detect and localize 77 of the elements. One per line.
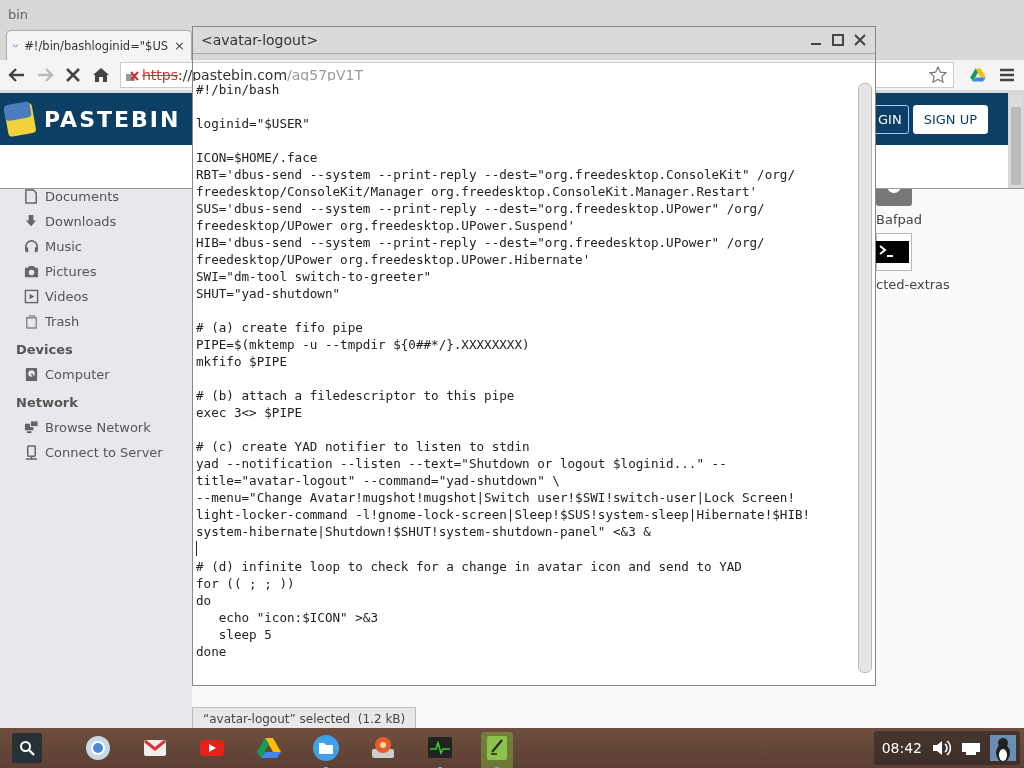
place-icon xyxy=(24,239,39,254)
status-text: “avatar-logout” selected (1.2 kB) xyxy=(192,707,417,729)
clock: 08:42 xyxy=(881,740,922,756)
sidebar-item[interactable]: Documents xyxy=(45,189,120,204)
home-icon[interactable] xyxy=(92,66,110,84)
code-line: echo "icon:$ICON" >&3 xyxy=(217,609,379,626)
code-line: RBT='dbus-send --system --print-reply --dest="org.freedesktop.ConsoleKit" /org/ xyxy=(196,166,796,183)
code-line: SUS='dbus-send --system --print-reply --dest="org.freedesktop.UPower" /org/ xyxy=(196,200,766,217)
avatar-icon xyxy=(990,735,1016,761)
code-line: # (a) create fifo pipe xyxy=(196,319,364,336)
code-line: loginid="$USER" xyxy=(196,115,311,132)
code-line: freedesktop/ConsoleKit/Manager org.freedesktop.ConsoleKit.Manager.Restart' xyxy=(196,183,759,200)
place-icon xyxy=(24,264,39,279)
sidebar-item[interactable]: Trash xyxy=(45,314,80,329)
sidebar-heading: Devices xyxy=(15,341,74,359)
code-line: HIB='dbus-send --system --print-reply --dest="org.freedesktop.UPower" /org/ xyxy=(196,234,766,251)
sidebar-heading: Network xyxy=(15,394,79,412)
code-line: for (( ; ; )) xyxy=(196,575,296,592)
window-title: <avatar-logout> xyxy=(201,32,319,48)
code-line: # (d) infinite loop to check for a change in avatar icon and send to YAD xyxy=(196,558,743,575)
server-icon xyxy=(24,445,39,460)
sidebar-item[interactable]: Videos xyxy=(45,289,89,304)
network-computers-icon xyxy=(24,420,39,435)
sidebar-item[interactable]: Pictures xyxy=(45,264,97,279)
code-line: --menu="Change Avatar!mugshot!mugshot|Switch user!$SWI!switch-user|Lock Screen! xyxy=(196,489,796,506)
code-line: title="avatar-logout" --command="yad-shutdown" \ xyxy=(196,472,561,489)
sign-up-button[interactable]: SIGN UP xyxy=(912,104,988,134)
browser-tab[interactable]: #!/bin/bashloginid="$US × xyxy=(6,30,192,60)
stop-icon[interactable] xyxy=(64,66,82,84)
search-button[interactable] xyxy=(12,733,42,763)
code-line: # (b) attach a filedescriptor to this pipe xyxy=(196,387,516,404)
menu-icon[interactable] xyxy=(1000,68,1014,82)
triangle-drive-icon[interactable] xyxy=(968,66,988,84)
sidebar-item[interactable]: Music xyxy=(45,239,82,254)
sidebar-item[interactable]: Connect to Server xyxy=(45,445,163,460)
code-line: do xyxy=(196,592,213,609)
code-line: SWI="dm-tool switch-to-greeter" xyxy=(196,268,433,285)
code-line: system-hibernate|Shutdown!$SHUT!system-shutdown-panel" <&3 & xyxy=(196,523,652,540)
file-name[interactable]: cted-extras xyxy=(876,277,950,292)
code-line: done xyxy=(196,643,228,660)
window-title: bin xyxy=(8,6,29,22)
sidebar-item[interactable]: Computer xyxy=(45,367,110,382)
code-line: SHUT="yad-shutdown" xyxy=(196,285,342,302)
code-line: yad --notification --listen --text="Shutdown or logout $loginid..." -- xyxy=(196,455,728,472)
close-tab-button[interactable]: × xyxy=(174,38,185,53)
sidebar-item[interactable]: Browse Network xyxy=(45,420,151,435)
notepad-icon[interactable] xyxy=(481,732,513,768)
code-line: light-locker-command -l!gnome-lock-screen|Sleep!$SUS!system-sleep|Hibernate!$HIB! xyxy=(196,506,812,523)
system-tray[interactable]: 08:42 xyxy=(873,731,1020,765)
back-icon[interactable] xyxy=(8,66,26,84)
close-icon[interactable] xyxy=(853,33,867,47)
speaker-icon xyxy=(930,737,952,759)
code-line: exec 3<> $PIPE xyxy=(196,404,304,421)
text-cursor xyxy=(196,541,197,556)
terminal-icon[interactable] xyxy=(876,233,912,271)
computer-icon xyxy=(24,367,39,382)
maximize-icon[interactable] xyxy=(831,33,845,47)
code-line: ICON=$HOME/.face xyxy=(196,149,319,166)
place-icon xyxy=(24,189,39,204)
code-line: sleep 5 xyxy=(217,626,273,643)
file-name[interactable]: Bafpad xyxy=(876,212,922,227)
scrollbar[interactable] xyxy=(858,83,872,673)
scrollbar[interactable] xyxy=(1010,95,1022,187)
code-line: PIPE=$(mktemp -u --tmpdir ${0##*/}.XXXXXXXX) xyxy=(196,336,531,353)
code-line: mkfifo $PIPE xyxy=(196,353,288,370)
star-icon[interactable] xyxy=(929,66,947,84)
code-line: freedesktop/UPower org.freedesktop.UPower.Suspend' xyxy=(196,217,577,234)
code-line: freedesktop/UPower org.freedesktop.UPower.Hibernate' xyxy=(196,251,592,268)
place-icon xyxy=(24,289,39,304)
sidebar-item[interactable]: Downloads xyxy=(45,214,117,229)
notepad-logo-icon xyxy=(4,101,36,137)
place-icon xyxy=(24,314,39,329)
site-logo[interactable]: PASTEBIN xyxy=(44,106,181,132)
folder-icon[interactable] xyxy=(310,732,342,768)
search-icon xyxy=(19,740,35,756)
loading-spinner-icon xyxy=(13,42,19,49)
code-line: # (c) create YAD notifier to listen to stdin xyxy=(196,438,531,455)
